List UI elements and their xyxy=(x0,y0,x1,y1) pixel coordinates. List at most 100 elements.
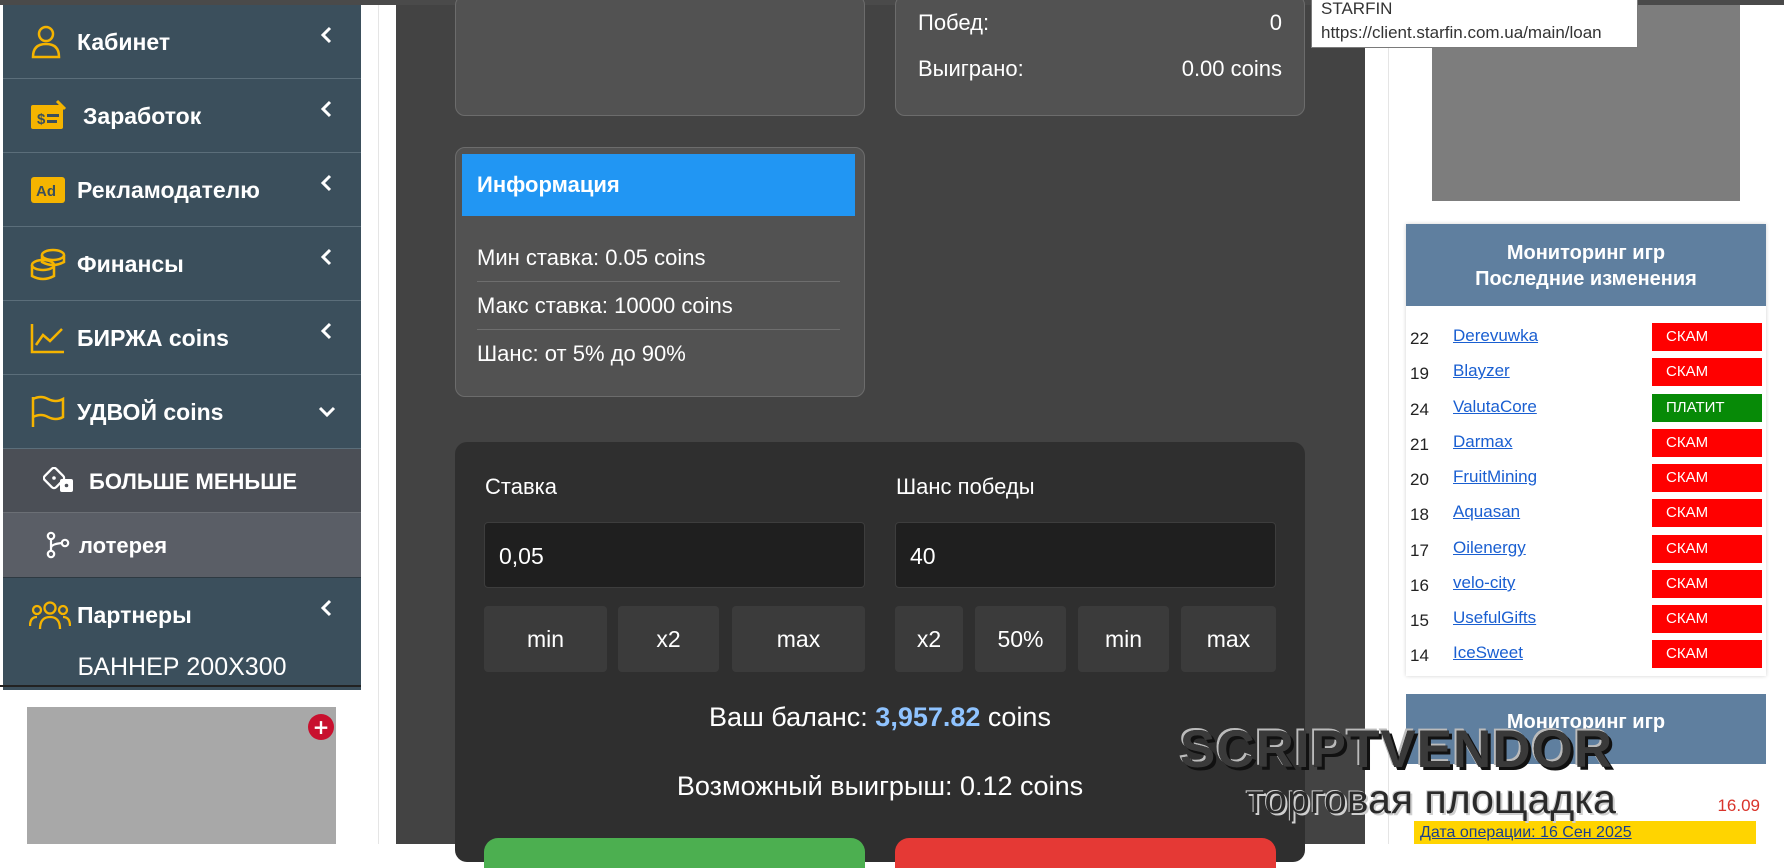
balance-suffix: coins xyxy=(987,702,1051,732)
bet-label: Ставка xyxy=(485,474,557,499)
chevron-left-icon xyxy=(320,322,332,340)
chance-50-button[interactable]: 50% xyxy=(975,606,1066,672)
user-icon xyxy=(31,25,61,59)
sidebar-subitem-lottery[interactable]: лотерея xyxy=(3,513,361,577)
monitor-project-link[interactable]: velo-city xyxy=(1453,573,1515,593)
column-divider xyxy=(1388,5,1389,844)
possible-win: Возможный выигрыш: 0.12 coins xyxy=(676,771,1084,801)
sidebar-item-label: Кабинет xyxy=(77,29,171,55)
info-panel: Информация Мин ставка: 0.05 coins Макс с… xyxy=(455,147,865,397)
status-badge: СКАМ xyxy=(1652,605,1762,633)
sidebar-item-cabinet[interactable]: Кабинет xyxy=(3,5,361,79)
sidebar-divider xyxy=(0,685,361,687)
info-min-bet: Мин ставка: 0.05 coins xyxy=(477,234,840,282)
svg-text:$: $ xyxy=(37,111,46,128)
monitor-row: 21 Darmax СКАМ xyxy=(1406,429,1766,460)
stats-panel: Побед: 0 Выиграно: 0.00 coins xyxy=(895,0,1305,116)
wins-row: Побед: 0 xyxy=(918,10,1282,36)
info-max-bet: Макс ставка: 10000 coins xyxy=(477,282,840,330)
sidebar-item-earnings[interactable]: $ Заработок xyxy=(3,79,361,153)
balance-value: 3,957.82 xyxy=(875,702,981,732)
monitor-row-number: 15 xyxy=(1410,611,1429,630)
bet-form: Ставка 0,05 Шанс победы 40 min x2 max x2… xyxy=(455,442,1305,868)
sidebar-item-finance[interactable]: Финансы xyxy=(3,227,361,301)
tooltip-url: https://client.starfin.com.ua/main/loan xyxy=(1321,23,1602,42)
chance-input[interactable]: 40 xyxy=(895,522,1276,588)
wins-value: 0 xyxy=(1269,10,1282,35)
monitor-project-link[interactable]: Darmax xyxy=(1453,432,1513,452)
monitor-project-link[interactable]: Blayzer xyxy=(1453,361,1510,381)
sidebar-item-partners[interactable]: Партнеры xyxy=(3,577,361,651)
monitor-project-link[interactable]: FruitMining xyxy=(1453,467,1537,487)
monitor-project-link[interactable]: UsefulGifts xyxy=(1453,608,1536,628)
status-badge: СКАМ xyxy=(1652,499,1762,527)
sidebar-item-label: Рекламодателю xyxy=(77,177,260,203)
monitoring-2-date: 16.09 xyxy=(1717,796,1760,815)
branch-icon xyxy=(46,531,70,559)
dice-icon xyxy=(43,467,73,492)
add-banner-button[interactable]: + xyxy=(308,714,334,740)
chance-label: Шанс победы xyxy=(896,474,1035,499)
chance-x2-button[interactable]: x2 xyxy=(895,606,963,672)
monitor-row: 19 Blayzer СКАМ xyxy=(1406,358,1766,389)
money-check-icon: $ xyxy=(31,99,67,129)
bet-min-button[interactable]: min xyxy=(484,606,607,672)
monitor-row-number: 20 xyxy=(1410,470,1429,489)
won-label: Выиграно: xyxy=(918,56,1024,81)
banner-placeholder[interactable] xyxy=(27,707,336,844)
banner-title: БАННЕР 200X300 xyxy=(77,653,287,681)
chance-min-button[interactable]: min xyxy=(1078,606,1169,672)
monitoring-card: Мониторинг игр Последние изменения 22 De… xyxy=(1406,224,1766,676)
sidebar-subitem-more-less[interactable]: БОЛЬШЕ МЕНЬШЕ xyxy=(3,449,361,513)
chevron-left-icon xyxy=(320,174,332,192)
bet-x2-button[interactable]: x2 xyxy=(618,606,719,672)
info-chance: Шанс: от 5% до 90% xyxy=(477,341,686,366)
sidebar-item-exchange[interactable]: БИРЖА coins xyxy=(3,301,361,375)
monitor-project-link[interactable]: IceSweet xyxy=(1453,643,1523,663)
ad-icon: Ad xyxy=(31,177,65,203)
bet-more-button[interactable] xyxy=(484,838,865,868)
monitor-row: 15 UsefulGifts СКАМ xyxy=(1406,605,1766,636)
svg-text:Ad: Ad xyxy=(36,183,56,200)
chevron-left-icon xyxy=(320,100,332,118)
status-badge: СКАМ xyxy=(1652,323,1762,351)
flag-icon xyxy=(31,395,65,427)
status-badge: СКАМ xyxy=(1652,429,1762,457)
monitor-row-number: 19 xyxy=(1410,364,1429,383)
monitor-project-link[interactable]: Derevuwka xyxy=(1453,326,1538,346)
monitor-project-link[interactable]: Aquasan xyxy=(1453,502,1520,522)
sidebar-item-label: Финансы xyxy=(77,251,184,277)
chance-max-button[interactable]: max xyxy=(1181,606,1276,672)
monitor-row-number: 16 xyxy=(1410,576,1429,595)
chevron-down-icon xyxy=(318,406,336,418)
chevron-left-icon xyxy=(320,599,332,617)
monitor-project-link[interactable]: Oilenergy xyxy=(1453,538,1526,558)
status-badge: СКАМ xyxy=(1652,640,1762,668)
sidebar-item-double[interactable]: УДВОЙ coins xyxy=(3,375,361,449)
sidebar-item-advertiser[interactable]: Ad Рекламодателю xyxy=(3,153,361,227)
info-title: Информация xyxy=(462,154,855,216)
monitoring-header: Мониторинг игр Последние изменения xyxy=(1406,224,1766,306)
monitoring-subtitle: Последние изменения xyxy=(1475,268,1697,290)
monitor-row: 17 Oilenergy СКАМ xyxy=(1406,535,1766,566)
chevron-left-icon xyxy=(320,248,332,266)
left-top-panel xyxy=(455,0,865,116)
balance-prefix: Ваш баланс: xyxy=(709,702,868,732)
sidebar-item-label: Заработок xyxy=(83,103,202,129)
tooltip-title: STARFIN xyxy=(1321,0,1393,18)
monitoring-2-operation-link[interactable]: Дата операции: 16 Сен 2025 xyxy=(1414,821,1756,844)
monitor-row: 16 velo-city СКАМ xyxy=(1406,570,1766,601)
bet-max-button[interactable]: max xyxy=(732,606,865,672)
monitor-project-link[interactable]: ValutaCore xyxy=(1453,397,1537,417)
watermark-tagline: торговая площадка xyxy=(1246,776,1616,822)
sidebar-item-label: БОЛЬШЕ МЕНЬШЕ xyxy=(89,469,298,494)
bet-input[interactable]: 0,05 xyxy=(484,522,865,588)
balance-line: Ваш баланс: 3,957.82 coins xyxy=(455,702,1305,733)
monitor-row-number: 22 xyxy=(1410,329,1429,348)
status-badge: ПЛАТИТ xyxy=(1652,394,1762,422)
monitor-row: 18 Aquasan СКАМ xyxy=(1406,499,1766,530)
link-tooltip: STARFIN https://client.starfin.com.ua/ma… xyxy=(1311,0,1638,48)
users-icon xyxy=(29,601,71,630)
status-badge: СКАМ xyxy=(1652,535,1762,563)
bet-less-button[interactable] xyxy=(895,838,1276,868)
